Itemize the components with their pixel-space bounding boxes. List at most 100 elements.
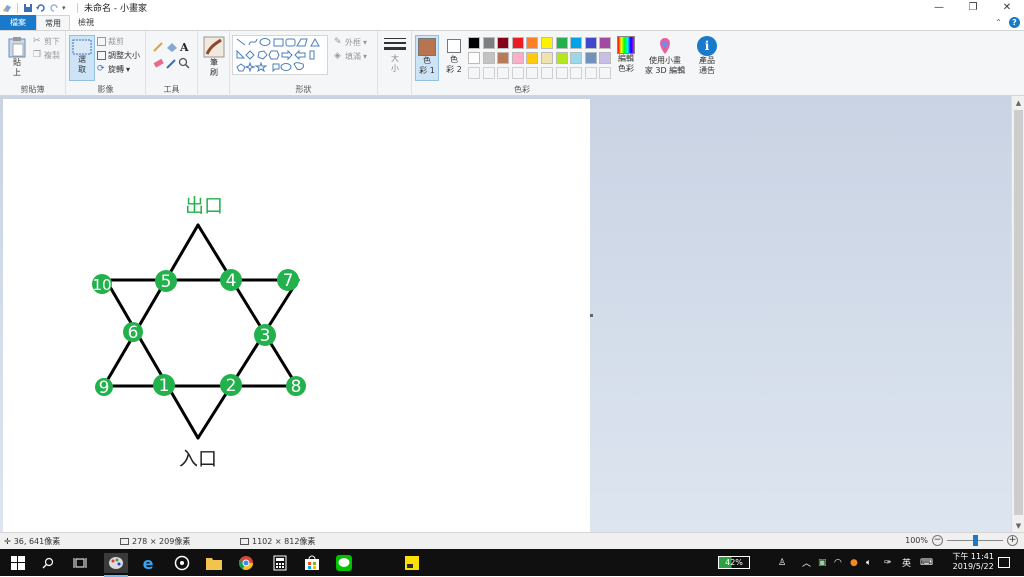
- canvas-resize-handle[interactable]: [590, 314, 593, 317]
- edit-colors-label-2: 色彩: [618, 64, 634, 73]
- zoom-slider-knob[interactable]: [973, 535, 978, 546]
- undo-icon[interactable]: [36, 3, 46, 13]
- palette-swatch[interactable]: [555, 52, 568, 64]
- help-icon[interactable]: ?: [1009, 17, 1020, 28]
- vertical-scrollbar[interactable]: ▲ ▼: [1011, 96, 1024, 532]
- outline-button[interactable]: ✎ 外框 ▾: [334, 37, 367, 48]
- redo-icon[interactable]: [49, 3, 59, 13]
- paste-button[interactable]: 貼 上: [6, 36, 28, 78]
- customize-toolbar-icon[interactable]: ▾: [62, 3, 72, 13]
- copy-button[interactable]: ❐ 複製: [33, 50, 60, 61]
- tray-app[interactable]: ●: [850, 549, 858, 576]
- battery-indicator[interactable]: 42%: [718, 549, 750, 576]
- size-button[interactable]: 大 小: [382, 36, 408, 74]
- shapes-gallery[interactable]: [232, 35, 328, 75]
- tray-security[interactable]: ▣: [818, 549, 827, 576]
- scroll-thumb[interactable]: [1014, 110, 1023, 515]
- taskbar-line[interactable]: [334, 553, 354, 573]
- task-view-button[interactable]: [70, 553, 90, 573]
- start-button[interactable]: [8, 553, 28, 573]
- people-button[interactable]: ♙: [778, 549, 786, 576]
- drawing-canvas[interactable]: 1 2 3 4 5 6 7 8 9 10 出口 入口: [3, 99, 590, 532]
- custom-color-slot[interactable]: [482, 67, 495, 79]
- tab-view[interactable]: 檢視: [70, 15, 102, 30]
- custom-color-slot[interactable]: [599, 67, 612, 79]
- taskbar-edge[interactable]: e: [138, 553, 158, 573]
- tray-wifi[interactable]: ◠: [834, 549, 842, 576]
- tray-ime[interactable]: 英: [902, 549, 911, 576]
- custom-color-slot[interactable]: [468, 67, 480, 79]
- palette-swatch[interactable]: [482, 37, 495, 49]
- zoom-out-button[interactable]: −: [932, 535, 943, 546]
- taskbar-app[interactable]: [172, 553, 192, 573]
- palette-swatch[interactable]: [511, 52, 524, 64]
- tray-chevron[interactable]: ︿: [802, 549, 811, 576]
- taskbar-calculator[interactable]: [270, 553, 290, 573]
- palette-swatch[interactable]: [511, 37, 524, 49]
- custom-color-slot[interactable]: [555, 67, 568, 79]
- palette-swatch[interactable]: [599, 37, 612, 49]
- custom-color-slot[interactable]: [511, 67, 524, 79]
- maximize-button[interactable]: ❐: [956, 0, 990, 15]
- paint3d-button[interactable]: 使用小畫 家 3D 編輯: [644, 36, 686, 76]
- clock[interactable]: 下午 11:41 2019/5/22: [952, 552, 994, 572]
- palette-swatch[interactable]: [497, 37, 510, 49]
- select-button[interactable]: 選 取: [69, 35, 95, 81]
- crop-label: 裁剪: [108, 37, 124, 46]
- action-center-button[interactable]: [998, 549, 1010, 576]
- resize-button[interactable]: 調整大小: [97, 50, 140, 61]
- palette-swatch[interactable]: [482, 52, 495, 64]
- tray-pen[interactable]: ✑: [884, 549, 892, 576]
- palette-swatch[interactable]: [468, 37, 480, 49]
- palette-swatch[interactable]: [497, 52, 510, 64]
- palette-swatch[interactable]: [599, 52, 612, 64]
- tab-file[interactable]: 檔案: [0, 15, 36, 30]
- palette-swatch[interactable]: [570, 37, 583, 49]
- collapse-ribbon-icon[interactable]: ⌃: [993, 17, 1004, 28]
- taskbar-sticky-notes[interactable]: [402, 553, 422, 573]
- minimize-button[interactable]: —: [922, 0, 956, 15]
- palette-swatch[interactable]: [526, 37, 539, 49]
- tab-home[interactable]: 常用: [36, 15, 70, 30]
- custom-color-slot[interactable]: [526, 67, 539, 79]
- scroll-down-icon[interactable]: ▼: [1012, 519, 1024, 532]
- rotate-button[interactable]: ⟳ 旋轉 ▾: [97, 64, 130, 75]
- taskbar-file-explorer[interactable]: [204, 553, 224, 573]
- fill-button[interactable]: ◈ 填滿 ▾: [334, 51, 367, 62]
- scroll-up-icon[interactable]: ▲: [1012, 96, 1024, 109]
- palette-swatch[interactable]: [584, 52, 597, 64]
- taskbar-store[interactable]: [302, 553, 322, 573]
- custom-color-slot[interactable]: [570, 67, 583, 79]
- paint-app-icon[interactable]: [2, 3, 12, 13]
- size-label-2: 小: [391, 64, 399, 73]
- palette-swatch[interactable]: [555, 37, 568, 49]
- zoom-in-button[interactable]: +: [1007, 535, 1018, 546]
- tray-keyboard[interactable]: ⌨: [920, 549, 933, 576]
- palette-swatch[interactable]: [526, 52, 539, 64]
- color2-button[interactable]: 色 彩 2: [442, 37, 466, 75]
- volume-icon: 🔈︎: [866, 557, 872, 568]
- palette-swatch[interactable]: [541, 37, 553, 49]
- product-alert-button[interactable]: i 產品 通告: [694, 36, 720, 76]
- save-icon[interactable]: [23, 3, 33, 13]
- edit-colors-button[interactable]: 編輯 色彩: [612, 36, 640, 74]
- custom-color-slot[interactable]: [497, 67, 510, 79]
- taskbar: e 42% ♙ ︿ ▣ ◠ ● 🔈︎ ✑ 英 ⌨ 下午 11:41 2019/5…: [0, 549, 1024, 577]
- zoom-level: 100%: [905, 536, 928, 545]
- palette-swatch[interactable]: [584, 37, 597, 49]
- palette-swatch[interactable]: [468, 52, 480, 64]
- color1-button[interactable]: 色 彩 1: [415, 35, 439, 81]
- cut-button[interactable]: ✂ 剪下: [33, 36, 60, 47]
- search-button[interactable]: [38, 553, 58, 573]
- custom-color-slot[interactable]: [541, 67, 553, 79]
- palette-swatch[interactable]: [570, 52, 583, 64]
- brushes-button[interactable]: 筆 刷: [202, 36, 226, 78]
- taskbar-paint[interactable]: [104, 553, 128, 577]
- crop-button[interactable]: 裁剪: [97, 36, 124, 47]
- taskbar-chrome[interactable]: [236, 553, 256, 573]
- custom-color-slot[interactable]: [584, 67, 597, 79]
- tray-volume[interactable]: 🔈︎: [866, 549, 871, 576]
- zoom-slider[interactable]: [947, 535, 1003, 546]
- close-button[interactable]: ✕: [990, 0, 1024, 15]
- palette-swatch[interactable]: [541, 52, 553, 64]
